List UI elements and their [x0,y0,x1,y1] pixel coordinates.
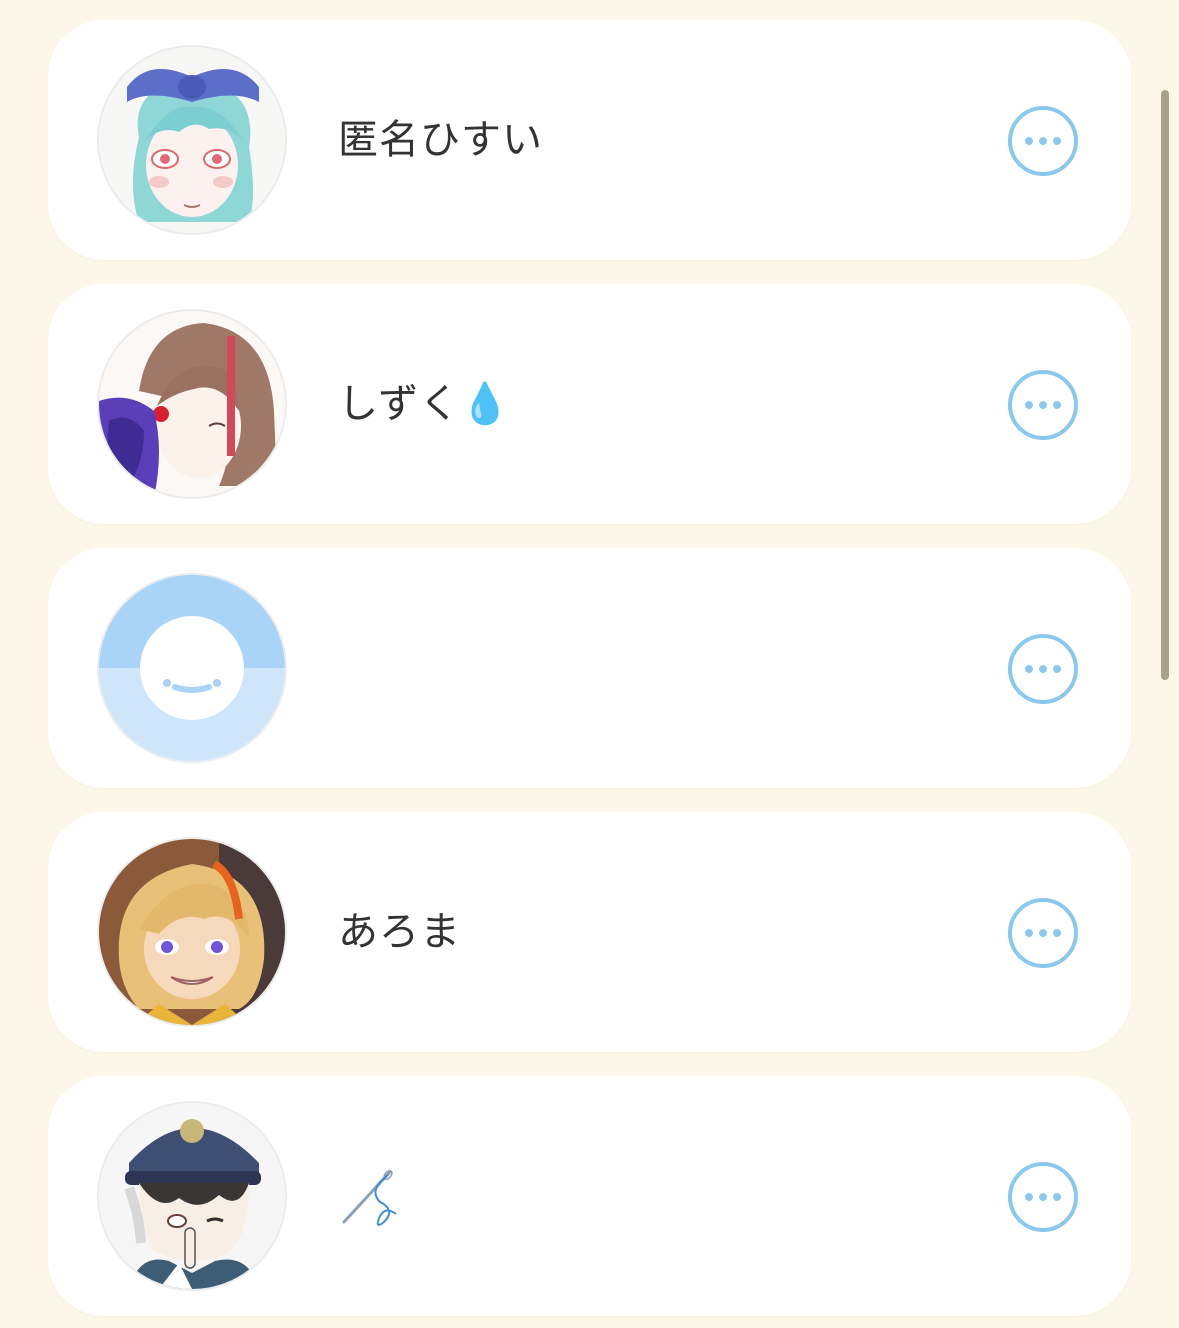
user-name: しずく💧 [338,381,512,427]
more-horizontal-icon [1008,1162,1078,1232]
user-avatar[interactable] [97,309,287,499]
user-row[interactable]: 匿名ひすい [48,20,1131,260]
scrollbar[interactable] [1161,90,1169,680]
user-avatar[interactable] [97,573,287,763]
user-row[interactable]: しずく💧 [48,284,1131,524]
more-horizontal-icon [1008,106,1078,176]
user-avatar[interactable] [97,45,287,235]
more-horizontal-icon [1008,898,1078,968]
user-avatar[interactable] [97,837,287,1027]
user-list: 匿名ひすい しずく💧 あろま [0,0,1179,1328]
user-name: あろま [338,909,461,955]
more-options-button[interactable] [1007,369,1079,441]
more-options-button[interactable] [1007,105,1079,177]
user-row[interactable] [48,1076,1131,1316]
user-name: 匿名ひすい [338,117,543,163]
more-horizontal-icon [1008,370,1078,440]
needle-thread-icon [338,1160,408,1230]
user-row[interactable]: あろま [48,812,1131,1052]
user-row[interactable] [48,548,1131,788]
more-options-button[interactable] [1007,1161,1079,1233]
user-avatar[interactable] [97,1101,287,1291]
more-options-button[interactable] [1007,633,1079,705]
more-options-button[interactable] [1007,897,1079,969]
more-horizontal-icon [1008,634,1078,704]
